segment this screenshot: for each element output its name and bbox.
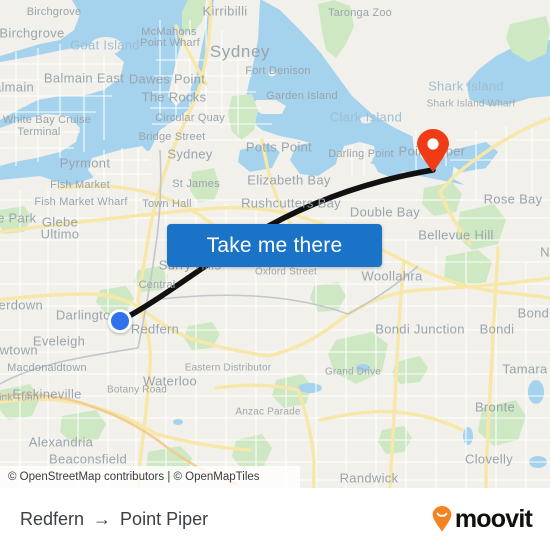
attribution-text[interactable]: © OpenStreetMap contributors | © OpenMap… (8, 471, 260, 483)
map-attribution[interactable]: © OpenStreetMap contributors | © OpenMap… (0, 466, 550, 488)
moovit-route-screen: Birchgrove Kirribilli Taronga Zoo Birchgrov… (0, 0, 550, 550)
arrow-right-icon: → (93, 508, 112, 529)
moovit-logo[interactable]: moovit (432, 504, 533, 534)
moovit-pin-icon (432, 506, 452, 532)
footer-bar: Redfern → Point Piper moovit (0, 488, 550, 550)
route-origin-label: Redfern (20, 508, 85, 529)
moovit-wordmark: moovit (454, 504, 533, 533)
take-me-there-button[interactable]: Take me there (167, 224, 382, 267)
route-summary: Redfern → Point Piper (20, 509, 208, 530)
origin-marker[interactable] (108, 309, 132, 333)
destination-pin-icon[interactable] (416, 129, 450, 173)
take-me-there-label: Take me there (206, 233, 343, 257)
route-destination-label: Point Piper (120, 508, 209, 529)
map-canvas[interactable]: Birchgrove Kirribilli Taronga Zoo Birchgrov… (0, 0, 550, 488)
